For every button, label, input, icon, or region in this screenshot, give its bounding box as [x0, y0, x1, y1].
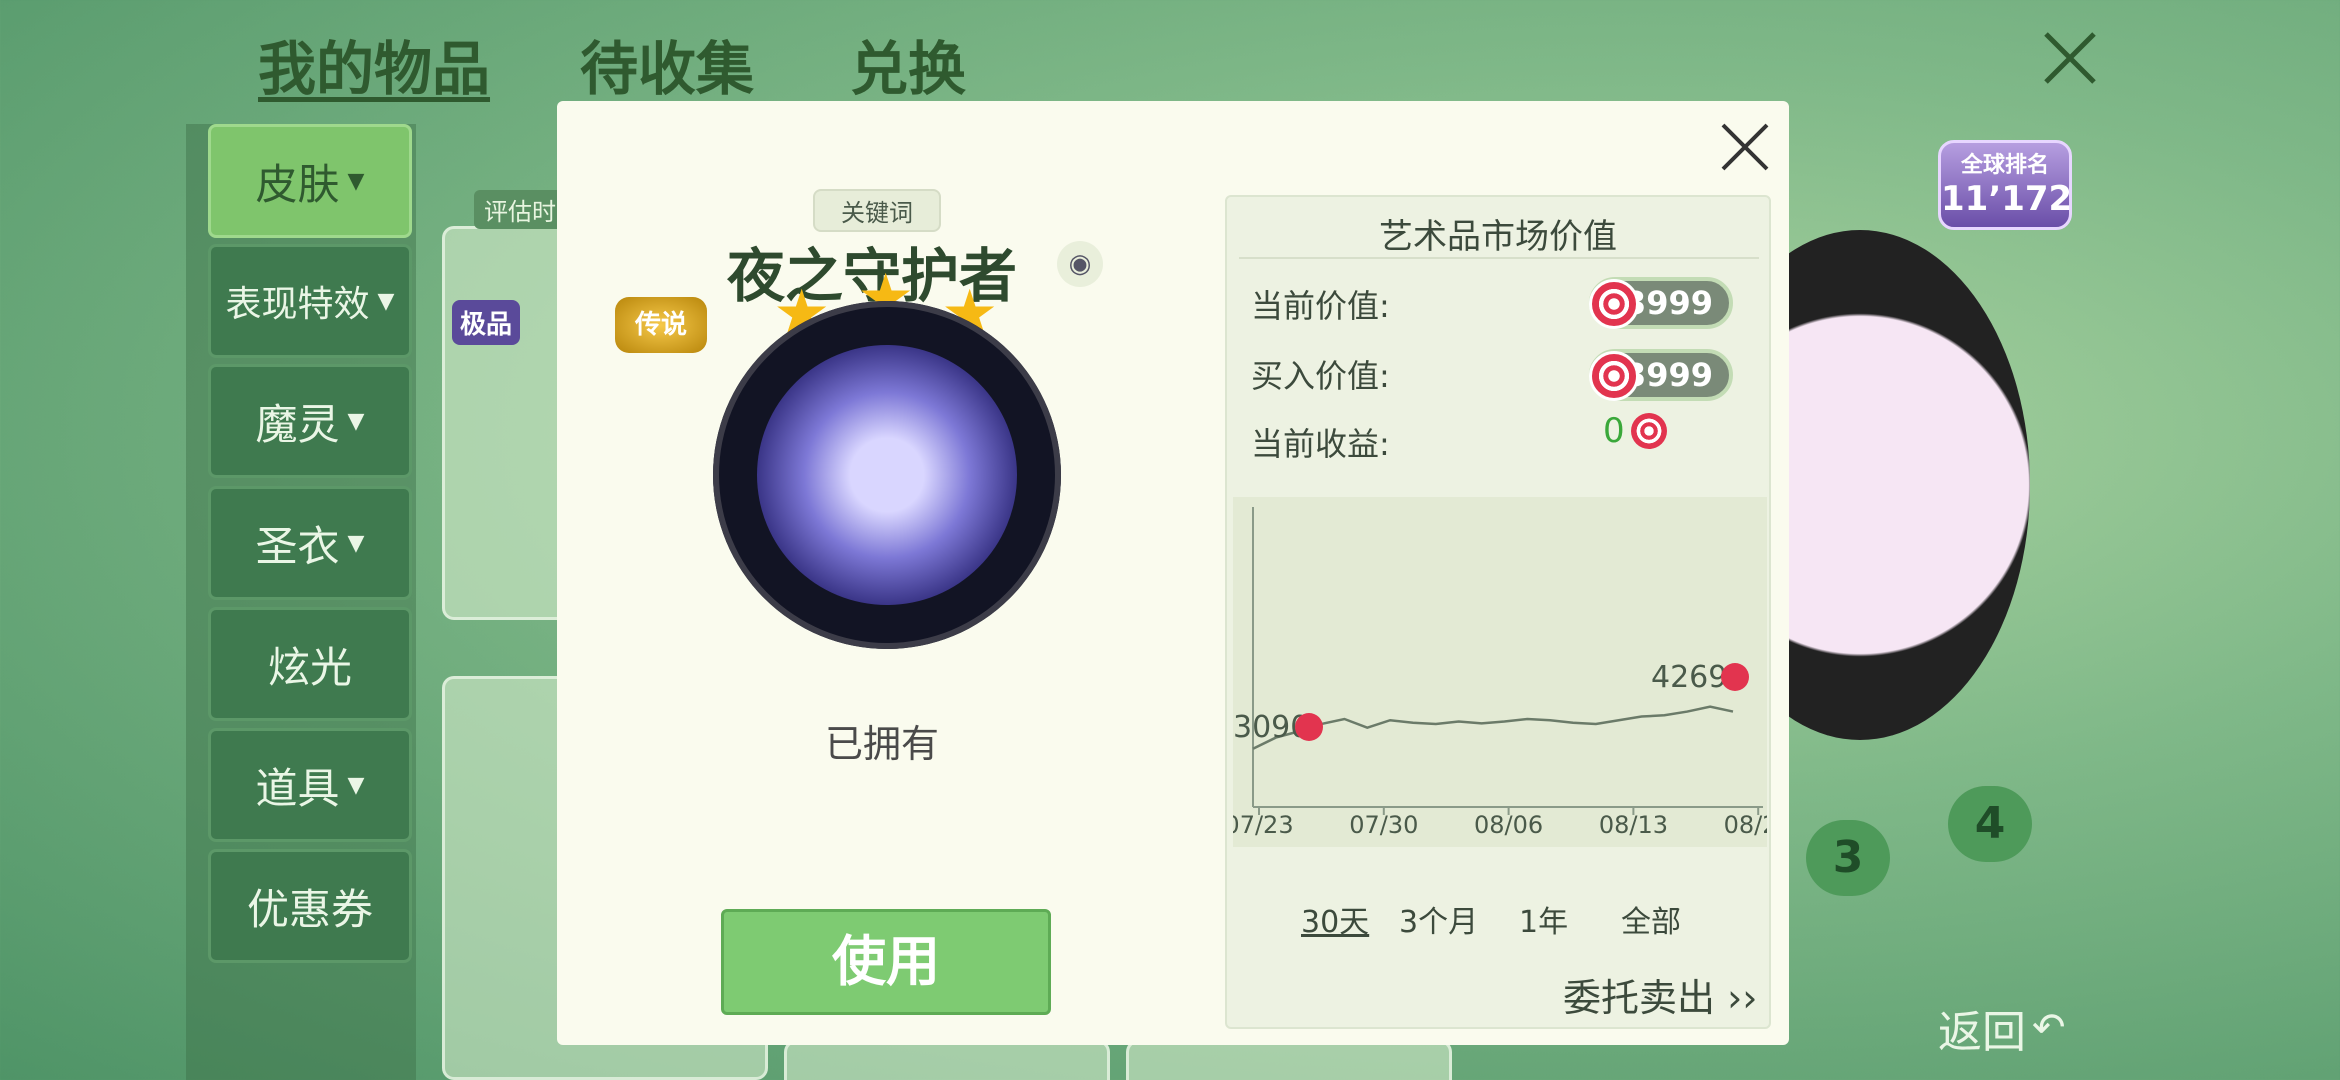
- title-divider: [1239, 257, 1759, 259]
- period-all[interactable]: 全部: [1621, 897, 1681, 941]
- x-tick-label: 07/30: [1349, 811, 1418, 839]
- eval-label: 评估时: [474, 190, 566, 229]
- x-tick-label: 08/13: [1599, 811, 1668, 839]
- price-chart: 07/2307/3008/0608/1308/2030904269: [1224, 497, 1789, 847]
- background-item-card[interactable]: [784, 1040, 1110, 1080]
- x-tick-label: 08/06: [1474, 811, 1543, 839]
- owl-emblem: [757, 345, 1017, 605]
- lollipop-icon: [1721, 663, 1749, 691]
- chevron-down-icon: ▼: [347, 772, 365, 798]
- period-1y[interactable]: 1年: [1519, 897, 1568, 941]
- price-line: [1252, 705, 1734, 750]
- item-portrait: [713, 301, 1061, 649]
- chevron-down-icon: ▼: [377, 288, 395, 314]
- tab-exchange[interactable]: 兑换: [850, 22, 966, 106]
- x-tick-label: 08/20: [1724, 811, 1767, 839]
- sidebar-item-glow[interactable]: 炫光: [208, 607, 412, 721]
- back-button[interactable]: 返回 ↶: [1938, 996, 2066, 1060]
- chevron-right-icon: ››: [1715, 976, 1758, 1020]
- lollipop-icon: [1295, 713, 1323, 741]
- buy-value-pill: 3999: [1589, 349, 1733, 401]
- back-arrow-icon: ↶: [2032, 1005, 2066, 1051]
- owned-status: 已拥有: [825, 722, 940, 766]
- current-value-label: 当前价值:: [1251, 287, 1390, 325]
- item-detail-modal: 关键词 夜之守护者 ◉ 传说 ★ ★ ★ 已拥有 使用 艺术品市场价值 当前价值…: [557, 101, 1789, 1045]
- lollipop-icon: [1630, 413, 1667, 449]
- price-chart-svg: 07/2307/3008/0608/1308/2030904269: [1224, 507, 1789, 839]
- sidebar-item-effects[interactable]: 表现特效 ▼: [208, 244, 412, 358]
- keyword-label: 关键词: [813, 189, 941, 232]
- chevron-down-icon: ▼: [347, 168, 365, 194]
- market-value-panel: 艺术品市场价值 当前价值: 3999 买入价值: 3999 当前收益: 0 07…: [1224, 195, 1789, 1029]
- rarity-badge: 传说: [615, 297, 707, 353]
- buy-value-label: 买入价值:: [1251, 357, 1390, 395]
- tab-to-collect[interactable]: 待收集: [580, 22, 754, 106]
- slot-4[interactable]: 4: [1948, 786, 2032, 862]
- chevron-down-icon: ▼: [347, 408, 365, 434]
- background-item-card[interactable]: [1126, 1040, 1452, 1080]
- quality-badge: 极品: [452, 300, 521, 345]
- market-title: 艺术品市场价值: [1379, 217, 1617, 257]
- x-tick-label: 07/23: [1233, 811, 1294, 839]
- end-value-label: 4269: [1651, 660, 1727, 695]
- period-3m[interactable]: 3个月: [1399, 897, 1478, 941]
- sell-link[interactable]: 委托卖出 ››: [1563, 967, 1758, 1022]
- tab-my-items[interactable]: 我的物品: [258, 22, 490, 106]
- lollipop-icon: [1589, 279, 1639, 329]
- sidebar-item-props[interactable]: 道具 ▼: [208, 728, 412, 842]
- slot-3[interactable]: 3: [1806, 820, 1890, 896]
- sidebar-item-coupons[interactable]: 优惠券: [208, 849, 412, 963]
- use-button[interactable]: 使用: [721, 909, 1051, 1015]
- global-rank-badge[interactable]: 全球排名 11’172: [1938, 140, 2072, 230]
- sidebar-item-armor[interactable]: 圣衣 ▼: [208, 486, 412, 600]
- period-30d[interactable]: 30天: [1301, 897, 1369, 941]
- sidebar-item-skin[interactable]: 皮肤 ▼: [208, 124, 412, 238]
- lollipop-icon: [1589, 351, 1639, 401]
- eye-icon[interactable]: ◉: [1057, 241, 1103, 287]
- modal-close-icon[interactable]: [1717, 119, 1773, 175]
- current-value-pill: 3999: [1589, 277, 1733, 329]
- sidebar-item-spirit[interactable]: 魔灵 ▼: [208, 364, 412, 478]
- profit-value: 0: [1603, 411, 1667, 451]
- close-icon[interactable]: [2040, 28, 2100, 88]
- profit-label: 当前收益:: [1251, 425, 1390, 463]
- chevron-down-icon: ▼: [347, 530, 365, 556]
